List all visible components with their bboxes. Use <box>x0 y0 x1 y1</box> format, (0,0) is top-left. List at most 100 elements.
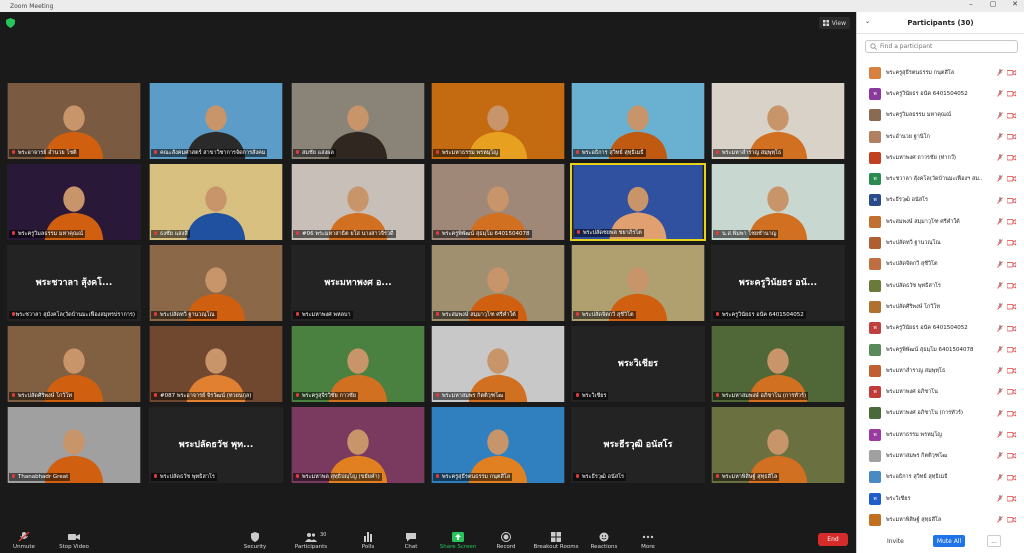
video-tile[interactable]: คณะสังคมศาสตร์ สาขาวิชาการจัดการสังคม <box>148 82 284 160</box>
video-tile[interactable]: พระปลัดจิตกวี สุชีวิโต <box>570 244 706 322</box>
video-camera-icon[interactable] <box>1007 90 1016 97</box>
video-tile[interactable]: พระปลัดชยพล ชยาภิรโต <box>570 163 706 241</box>
minimize-button[interactable]: – <box>964 0 978 8</box>
panel-more-button[interactable]: ... <box>987 535 1001 547</box>
muted-mic-icon[interactable] <box>997 69 1003 76</box>
participant-row[interactable]: พระมหาสมพร กิตติวุฑโฒ <box>857 445 1024 466</box>
video-camera-icon[interactable] <box>1007 133 1016 140</box>
video-camera-icon[interactable] <box>1007 367 1016 374</box>
muted-mic-icon[interactable] <box>997 154 1003 161</box>
participant-row[interactable]: พระสมพงษ์ สมฺมาวุโฑ ศรีคำใต้ <box>857 211 1024 232</box>
end-meeting-button[interactable]: End <box>818 533 848 546</box>
muted-mic-icon[interactable] <box>997 175 1003 183</box>
video-tile[interactable]: #06 พระมหาสาธิต ยโส นางสาวจีรวดี <box>290 163 426 241</box>
video-camera-icon[interactable] <box>1007 112 1016 119</box>
video-tile[interactable]: พระมหาพงศ อ... พระมหาพงศ พหลบา <box>290 244 426 322</box>
close-button[interactable]: ✕ <box>1008 0 1022 8</box>
video-camera-icon[interactable] <box>1007 239 1016 246</box>
video-camera-icon[interactable] <box>1007 218 1016 225</box>
stop-video-button[interactable]: Stop Video <box>52 532 96 550</box>
participant-row[interactable]: พ พระมหาพงศ อภิชาโน <box>857 381 1024 402</box>
video-tile[interactable]: พระมหาธรรม พรหมฺโญ <box>430 82 566 160</box>
video-tile[interactable]: พระครูสุธีรตนธรรม กนฺตสีโล <box>430 406 566 484</box>
polls-button[interactable]: Polls <box>346 532 390 550</box>
muted-mic-icon[interactable] <box>997 239 1003 247</box>
participant-row[interactable]: พระครูพิพัฒน์ สุธมฺโม 6401504078 <box>857 339 1024 360</box>
video-tile[interactable]: พระมหาสมพร กิตติวุฑโฒ <box>430 325 566 403</box>
mute-all-button[interactable]: Mute All <box>933 535 965 547</box>
participant-row[interactable]: พระปลัดจิตกวี สุชีวิโต <box>857 254 1024 275</box>
video-tile[interactable]: พระมหาพิสิษฐ์ สุทฺธสีโล <box>710 406 846 484</box>
video-tile[interactable]: พระมหาสำราญ สมฺพุทฺโธ <box>710 82 846 160</box>
video-tile[interactable]: พระครูวินัยธร อนั... พระครูวินัยธร อนัค 6… <box>710 244 846 322</box>
participant-row[interactable]: พระครูวิมลธรรม มหาคุณณ์ <box>857 105 1024 126</box>
video-camera-icon[interactable] <box>1007 69 1016 76</box>
video-tile[interactable]: ธงชัย แสงสิ <box>148 163 284 241</box>
video-camera-icon[interactable] <box>1007 261 1016 268</box>
muted-mic-icon[interactable] <box>997 494 1003 502</box>
muted-mic-icon[interactable] <box>997 260 1003 268</box>
video-camera-icon[interactable] <box>1007 410 1016 417</box>
video-tile[interactable]: พระมหาพล สุทฺธิปญฺโญ (ขยัยคำ) <box>290 406 426 484</box>
video-tile[interactable]: พระครูวิมลธรรม มหาคุณณ์ <box>6 163 142 241</box>
video-tile[interactable]: พระชวาลา สุ้งคโ... พระชวาลา สุมังคโล(วัดบ… <box>6 244 142 322</box>
participant-row[interactable]: พระปลัดศิริพงษ์ โกวิโท <box>857 296 1024 317</box>
participant-row[interactable]: พระมหาพงศ อภิชาโน (การทัวร์) <box>857 403 1024 424</box>
muted-mic-icon[interactable] <box>997 218 1003 225</box>
video-camera-icon[interactable] <box>1007 325 1016 332</box>
video-camera-icon[interactable] <box>1007 388 1016 395</box>
video-camera-icon[interactable] <box>1007 197 1016 204</box>
video-tile[interactable]: พระมหาสมพงษ์ อภิชาโน (การทัวร์) <box>710 325 846 403</box>
muted-mic-icon[interactable] <box>997 516 1003 523</box>
muted-mic-icon[interactable] <box>997 303 1003 311</box>
muted-mic-icon[interactable] <box>997 196 1003 204</box>
maximize-button[interactable]: ▢ <box>986 0 1000 8</box>
muted-mic-icon[interactable] <box>997 473 1003 481</box>
participant-row[interactable]: พ พระมหาธรรม พรหมฺโญ <box>857 424 1024 445</box>
video-camera-icon[interactable] <box>1007 346 1016 353</box>
video-camera-icon[interactable] <box>1007 516 1016 523</box>
video-camera-icon[interactable] <box>1007 474 1016 481</box>
video-camera-icon[interactable] <box>1007 175 1016 182</box>
chevron-down-icon[interactable]: ⌄ <box>865 18 870 25</box>
chat-button[interactable]: Chat <box>389 532 433 550</box>
participant-row[interactable]: พ พระครูวินัยธร อนัค 6401504052 <box>857 83 1024 104</box>
video-tile[interactable]: พระอธิการ สุวิทย์ สุทฺธิเมธี <box>570 82 706 160</box>
muted-mic-icon[interactable] <box>997 452 1003 460</box>
unmute-button[interactable]: Unmute <box>2 532 46 550</box>
view-button[interactable]: View <box>818 17 850 29</box>
record-button[interactable]: Record <box>484 532 528 550</box>
breakout-rooms-button[interactable]: Breakout Rooms <box>530 532 582 550</box>
video-tile[interactable]: พระปลัดธวัช พุท... พระปลัดธวัช พุทธิสาโร <box>148 406 284 484</box>
participant-row[interactable]: พระอธิการ สุวิทย์ สุทฺธิเมธี <box>857 467 1024 488</box>
participant-row[interactable]: พ พระครูวินัยธร อนัค 6401504052 <box>857 318 1024 339</box>
shield-icon[interactable] <box>6 18 15 28</box>
muted-mic-icon[interactable] <box>997 409 1003 417</box>
participant-row[interactable]: พระครูสุธีรตนธรรม กนฺตสีโล <box>857 62 1024 83</box>
search-input[interactable] <box>880 43 1010 50</box>
video-tile[interactable]: พระปลัดศิริพงษ์ โกวิโท <box>6 325 142 403</box>
video-camera-icon[interactable] <box>1007 303 1016 310</box>
video-camera-icon[interactable] <box>1007 495 1016 502</box>
video-tile[interactable]: #087 พระอาจารย์ จิรวัฒน์ (ทวยนกุล) <box>148 325 284 403</box>
video-camera-icon[interactable] <box>1007 452 1016 459</box>
video-tile[interactable]: สมชัย แสงผล <box>290 82 426 160</box>
muted-mic-icon[interactable] <box>997 367 1003 374</box>
muted-mic-icon[interactable] <box>997 281 1003 289</box>
reactions-button[interactable]: Reactions <box>582 532 626 550</box>
video-tile[interactable]: Thanabhadr Great <box>6 406 142 484</box>
video-tile[interactable]: พระสมพงษ์ สมฺมาวุโฑ ศรีคำใต้ <box>430 244 566 322</box>
muted-mic-icon[interactable] <box>997 324 1003 332</box>
participant-row[interactable]: พระปลัดทวี ฐานวณฺโณ <box>857 232 1024 253</box>
invite-button[interactable]: Invite <box>887 538 904 545</box>
participant-row[interactable]: พ พระวิเชียร <box>857 488 1024 509</box>
video-tile[interactable]: พระครูสุจิรวิชัย กาวชัย <box>290 325 426 403</box>
participant-search[interactable] <box>865 40 1018 53</box>
participant-row[interactable]: พ พระชวาลา สุ้งคโล(วัดบ้านมะเฟืองฯ สม.. <box>857 168 1024 189</box>
video-camera-icon[interactable] <box>1007 154 1016 161</box>
participant-row[interactable]: พระปลัดธวัช พุทธิสาโร <box>857 275 1024 296</box>
muted-mic-icon[interactable] <box>997 111 1003 119</box>
share-screen-button[interactable]: Share Screen <box>436 532 480 550</box>
participant-row[interactable]: พ พระธีรวุฒิ อนัสโร <box>857 190 1024 211</box>
video-tile[interactable]: พระปลัดทวี ฐานวณฺโณ <box>148 244 284 322</box>
